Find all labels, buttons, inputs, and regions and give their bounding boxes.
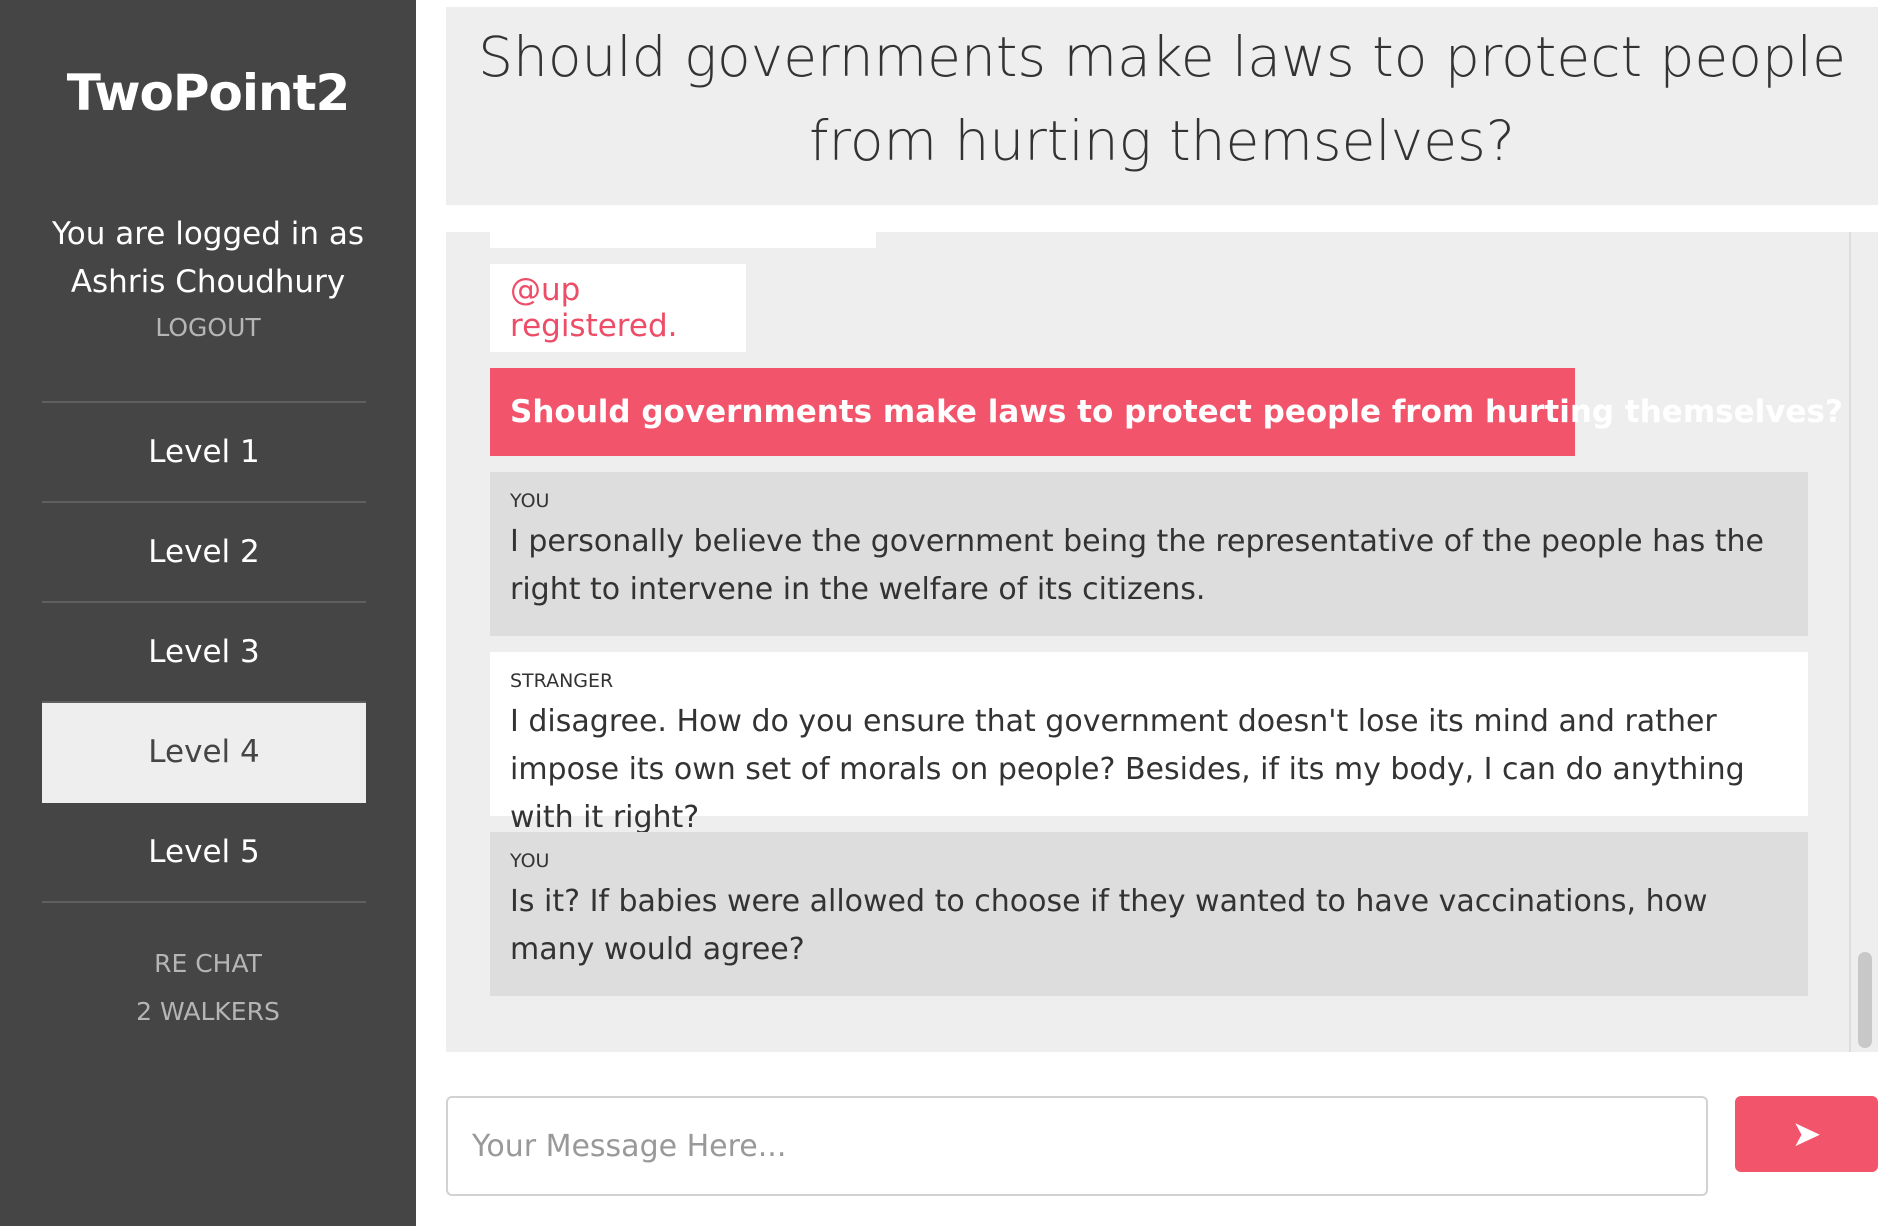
message-sender: YOU [510,850,550,872]
chat-divider [1849,232,1851,1052]
message-stranger: STRANGER I disagree. How do you ensure t… [490,652,1808,835]
nav-item-level-1[interactable]: Level 1 [42,403,366,503]
logout-link[interactable]: LOGOUT [0,313,416,342]
walkers-link[interactable]: 2 WALKERS [0,988,416,1036]
chat-panel[interactable]: @up registered. Should governments make … [446,232,1878,1052]
question-banner: Should governments make laws to protect … [490,368,1843,456]
send-arrow-icon: ➤ [1791,1113,1822,1154]
topic-title: Should governments make laws to protect … [446,7,1878,205]
message-sender: YOU [510,490,550,512]
login-info: You are logged in as Ashris Choudhury [0,210,416,306]
login-label: You are logged in as [51,216,365,252]
message-you: YOU Is it? If babies were allowed to cho… [490,832,1808,996]
system-notice: @up registered. [490,264,746,352]
app-logo: TwoPoint2 [66,64,351,122]
nav-item-level-5[interactable]: Level 5 [42,803,366,903]
message-text: I disagree. How do you ensure that gover… [510,704,1745,835]
nav-item-level-3[interactable]: Level 3 [42,603,366,703]
username: Ashris Choudhury [70,264,346,300]
chat-scrollbar[interactable] [1858,952,1872,1048]
send-button[interactable]: ➤ [1735,1096,1878,1172]
message-input[interactable] [446,1096,1708,1196]
message-text: I personally believe the government bein… [510,524,1764,607]
rechat-link[interactable]: RE CHAT [0,940,416,988]
sidebar: TwoPoint2 You are logged in as Ashris Ch… [0,0,416,1226]
sidebar-extras: RE CHAT 2 WALKERS [0,940,416,1036]
message-you: YOU I personally believe the government … [490,472,1808,636]
nav-item-level-4[interactable]: Level 4 [42,703,366,803]
message-stub [490,232,876,248]
nav-item-level-2[interactable]: Level 2 [42,503,366,603]
message-text: Is it? If babies were allowed to choose … [510,884,1708,967]
message-sender: STRANGER [510,670,614,692]
level-nav: Level 1 Level 2 Level 3 Level 4 Level 5 [42,401,366,903]
